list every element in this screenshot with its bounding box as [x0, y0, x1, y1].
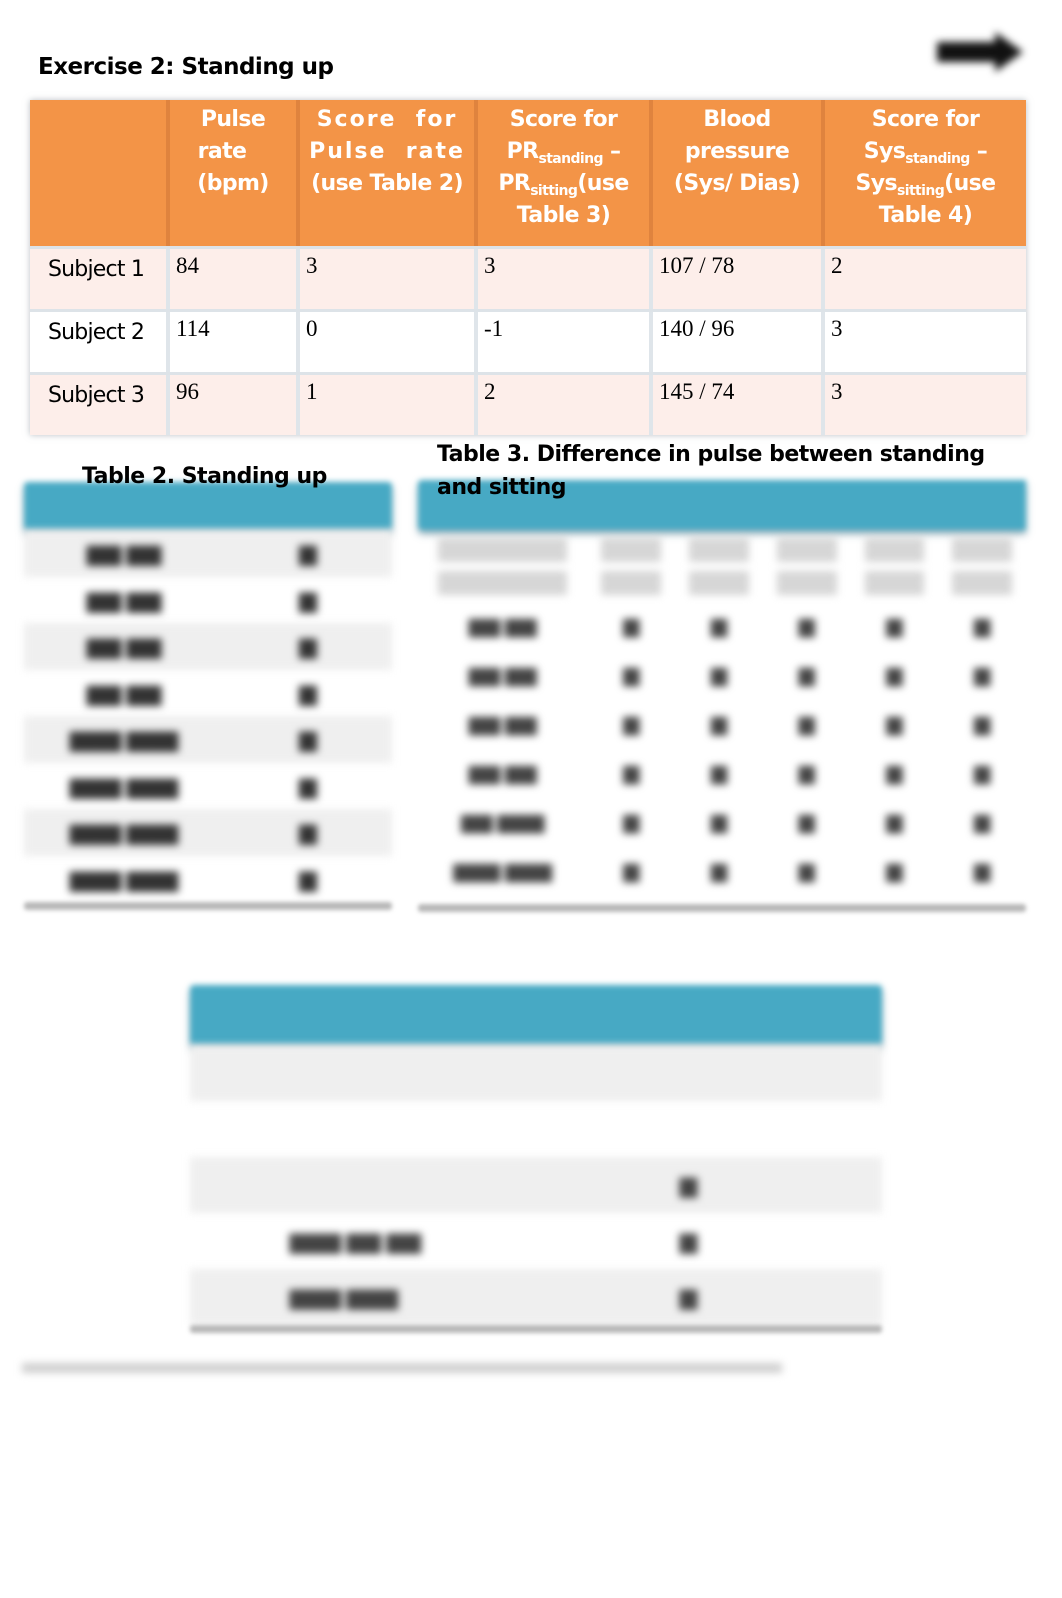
subject-label: Subject 1: [30, 249, 170, 309]
table-row: ▆▆ ▆▆ ▆: [87, 679, 317, 705]
pr-diff-score-cell[interactable]: -1: [478, 312, 653, 372]
header-pulse-score: Score for Pulse rate (use Table 2): [300, 100, 478, 246]
footer-note-obscured: [22, 1358, 782, 1378]
blood-pressure-cell[interactable]: 140 / 96: [653, 312, 825, 372]
table-row: ▆▆ ▆▆ ▆ ▆ ▆ ▆ ▆: [469, 615, 990, 637]
table-row: Subject 2 114 0 -1 140 / 96 3: [30, 309, 1026, 372]
pulse-rate-cell[interactable]: 84: [170, 249, 300, 309]
page-title-obscured: [225, 14, 845, 48]
pr-diff-score-cell[interactable]: 2: [478, 375, 653, 435]
sys-diff-score-cell[interactable]: 3: [825, 312, 1026, 372]
table-row: ▆▆ ▆▆ ▆ ▆ ▆ ▆ ▆: [469, 664, 990, 686]
header-blood-pressure: Blood pressure (Sys/ Dias): [653, 100, 825, 246]
blood-pressure-cell[interactable]: 107 / 78: [653, 249, 825, 309]
table3: ▆▆ ▆▆ ▆ ▆ ▆ ▆ ▆ ▆▆ ▆▆ ▆ ▆ ▆ ▆ ▆ ▆▆ ▆▆ ▆ ▆ ▆ ▆ ▆ ▆▆ ▆▆ ▆ ▆…: [418, 480, 1026, 912]
table-row: ▆▆ ▆▆ ▆: [24, 623, 392, 670]
exercise-title: Exercise 2: Standing up: [38, 54, 334, 80]
table4: ▆ ▆▆▆ ▆▆ ▆▆ ▆ ▆▆▆ ▆▆▆ ▆: [190, 985, 882, 1333]
table-row: Subject 1 84 3 3 107 / 78 2: [30, 246, 1026, 309]
table-row: ▆▆▆ ▆▆▆ ▆: [24, 809, 392, 856]
table2-bottom-border: [24, 902, 392, 910]
table3-column-headers: [418, 530, 1026, 602]
sys-diff-score-cell[interactable]: 2: [825, 249, 1026, 309]
table2-caption: Table 2. Standing up: [82, 464, 327, 489]
table-row: [190, 1045, 882, 1101]
arrow-right-icon[interactable]: [935, 30, 1025, 74]
table-row: ▆▆ ▆▆ ▆ ▆ ▆ ▆ ▆: [469, 762, 990, 784]
table-row: [190, 1101, 882, 1157]
table3-bottom-border: [418, 904, 1026, 912]
table2-header: [24, 482, 392, 530]
table-row: ▆▆ ▆▆ ▆: [24, 530, 392, 577]
pulse-score-cell[interactable]: 1: [300, 375, 478, 435]
table4-bottom-border: [190, 1325, 882, 1333]
sys-diff-score-cell[interactable]: 3: [825, 375, 1026, 435]
pulse-score-cell[interactable]: 3: [300, 249, 478, 309]
table3-caption: Table 3. Difference in pulse between sta…: [437, 442, 985, 500]
table-row: ▆▆▆ ▆▆▆ ▆: [70, 865, 317, 891]
header-sys-diff-score: Score for Sysstanding – Syssitting(use T…: [855, 107, 997, 228]
table-row: ▆: [190, 1157, 882, 1213]
blood-pressure-cell[interactable]: 145 / 74: [653, 375, 825, 435]
pulse-rate-cell[interactable]: 96: [170, 375, 300, 435]
header-blank: [30, 100, 170, 246]
exercise-table: Pulse rate (bpm) Score for Pulse rate (u…: [30, 100, 1026, 435]
table-row: ▆▆ ▆▆ ▆ ▆ ▆ ▆ ▆: [469, 713, 990, 735]
table-row: ▆▆ ▆▆ ▆: [87, 586, 317, 612]
table-row: ▆▆▆ ▆▆ ▆▆ ▆: [290, 1228, 697, 1253]
pulse-rate-cell[interactable]: 114: [170, 312, 300, 372]
subject-label: Subject 2: [30, 312, 170, 372]
table-row: ▆▆▆ ▆▆▆ ▆ ▆ ▆ ▆ ▆: [453, 860, 990, 882]
exercise-table-header: Pulse rate (bpm) Score for Pulse rate (u…: [30, 100, 1026, 246]
pulse-score-cell[interactable]: 0: [300, 312, 478, 372]
table-row: ▆▆▆ ▆▆▆ ▆: [24, 716, 392, 763]
table4-header: [190, 985, 882, 1045]
table-row: ▆▆▆ ▆▆▆ ▆: [70, 772, 317, 798]
pr-diff-score-cell[interactable]: 3: [478, 249, 653, 309]
header-pr-diff-score: Score for PRstanding – PRsitting(use Tab…: [478, 100, 653, 246]
table2: ▆▆ ▆▆ ▆ ▆▆ ▆▆ ▆ ▆▆ ▆▆ ▆ ▆▆ ▆▆ ▆ ▆▆▆ ▆▆▆ ▆ ▆▆▆…: [24, 482, 392, 910]
table-row: Subject 3 96 1 2 145 / 74 3: [30, 372, 1026, 435]
subject-label: Subject 3: [30, 375, 170, 435]
header-pulse-rate: Pulse rate (bpm): [170, 100, 300, 246]
table-row: ▆▆ ▆▆▆ ▆ ▆ ▆ ▆ ▆: [461, 811, 990, 833]
table-row: ▆▆▆ ▆▆▆ ▆: [190, 1269, 882, 1325]
